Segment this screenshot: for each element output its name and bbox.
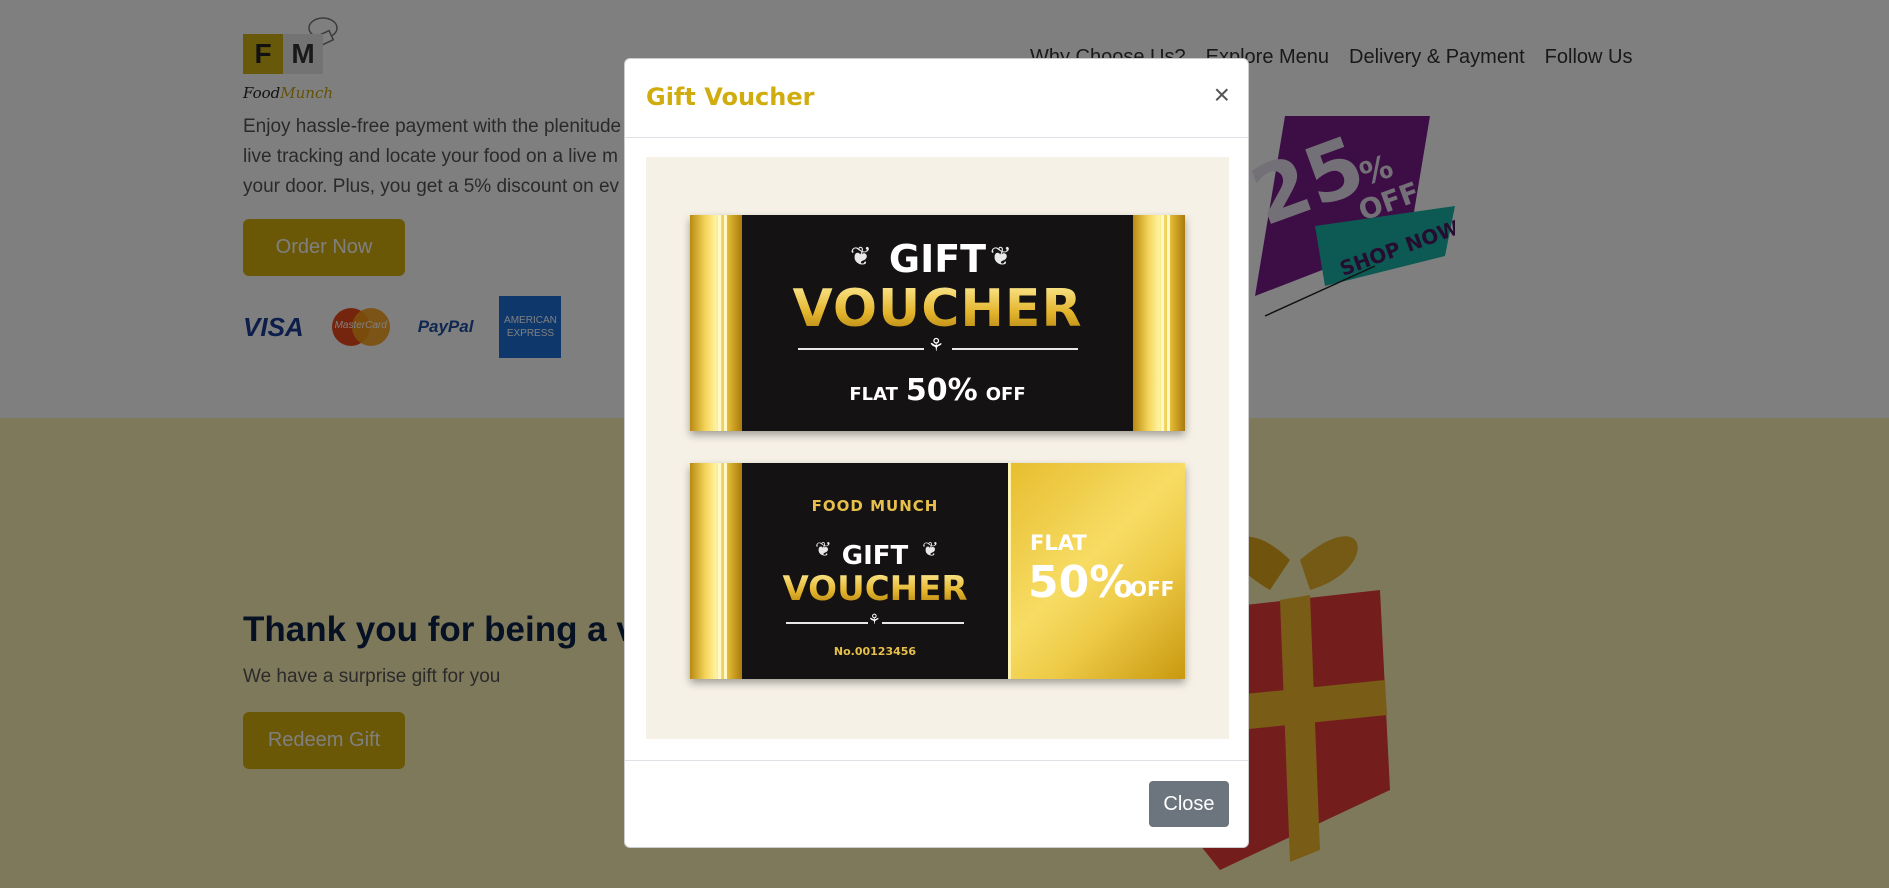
voucher-flat-text: FLAT: [849, 384, 898, 405]
voucher-off-text: OFF: [985, 384, 1026, 405]
voucher-off-text: OFF: [1130, 577, 1175, 601]
voucher-flat-text: FLAT: [1030, 531, 1087, 555]
voucher-gift-text: GIFT: [888, 237, 987, 281]
divider-line: [798, 348, 924, 350]
voucher-title-text: VOUCHER: [690, 279, 1185, 339]
voucher-gift-text: GIFT: [841, 541, 909, 571]
voucher-discount: FLAT 50% OFF: [690, 373, 1185, 408]
divider-line: [786, 622, 868, 624]
gift-voucher-modal: Gift Voucher × ❦ ❦ GIFT VOUCHER ⚘ FLAT 50…: [624, 58, 1249, 848]
modal-footer: Close: [625, 760, 1248, 849]
voucher-percent-text: 50%: [905, 373, 978, 408]
divider-line: [882, 622, 964, 624]
voucher-number: No.00123456: [833, 645, 917, 658]
modal-title: Gift Voucher: [646, 83, 815, 111]
close-button[interactable]: Close: [1149, 781, 1229, 827]
modal-body: ❦ ❦ GIFT VOUCHER ⚘ FLAT 50% OFF FOOD MUNCH…: [646, 157, 1229, 739]
gift-voucher-image-1: ❦ ❦ GIFT VOUCHER ⚘ FLAT 50% OFF: [690, 215, 1185, 431]
ribbon-bow-icon: ⚘: [868, 611, 881, 627]
voucher-percent-text: 50%: [1028, 557, 1134, 608]
voucher-brand-text: FOOD MUNCH: [811, 497, 939, 515]
modal-header: Gift Voucher ×: [625, 59, 1248, 138]
close-icon[interactable]: ×: [1214, 81, 1230, 109]
divider-line: [952, 348, 1078, 350]
voucher-discount-panel: FLAT 50% OFF: [1008, 463, 1185, 679]
gift-voucher-image-2: FOOD MUNCH ❦ ❦ GIFT VOUCHER ⚘ No.0012345…: [690, 463, 1185, 679]
voucher-title-text: VOUCHER: [742, 569, 1008, 609]
ribbon-bow-icon: ⚘: [928, 335, 945, 355]
gold-stripe: [690, 463, 742, 679]
